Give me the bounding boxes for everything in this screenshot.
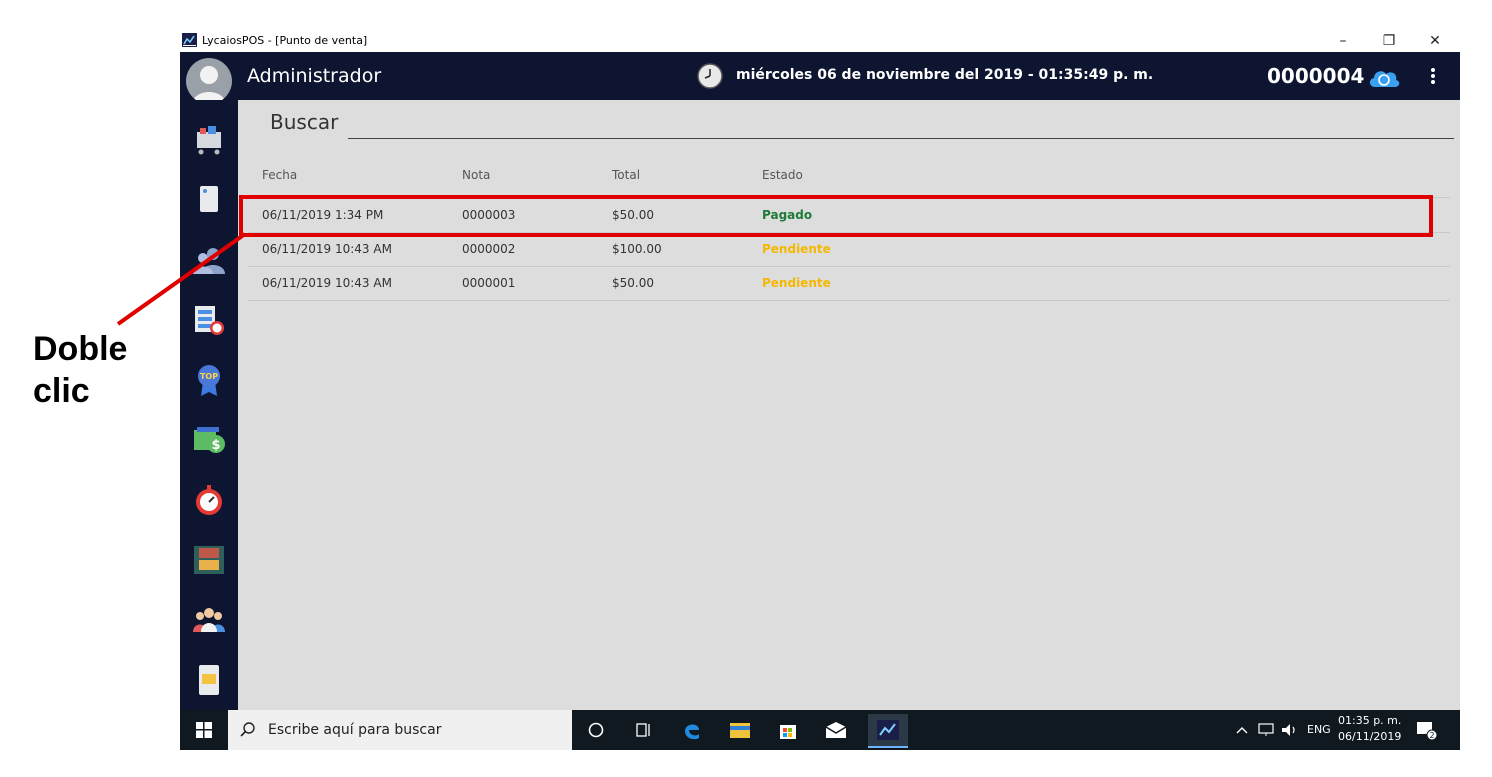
edge-browser-icon[interactable] [672, 714, 712, 746]
notification-count: 2 [1429, 731, 1434, 740]
cloud-sync-icon[interactable] [1367, 65, 1401, 89]
annotation-line2: clic [33, 372, 90, 410]
task-view-icon[interactable] [624, 714, 664, 746]
cell-estado: Pendiente [762, 276, 831, 290]
app-window: LycaiosPOS - [Punto de venta] – ❐ ✕ Admi… [180, 30, 1460, 750]
clock-icon [697, 63, 723, 89]
table-header: Fecha Nota Total Estado [248, 158, 1450, 192]
notifications-icon[interactable]: 2 [1410, 714, 1444, 746]
search-label: Buscar [270, 110, 339, 134]
file-explorer-icon[interactable] [720, 714, 760, 746]
store-icon[interactable] [768, 714, 808, 746]
tray-chevron-icon[interactable] [1230, 714, 1254, 746]
top-badge-icon[interactable]: TOP [191, 362, 227, 398]
tray-clock[interactable]: 01:35 p. m. 06/11/2019 [1338, 713, 1401, 745]
svg-text:TOP: TOP [200, 372, 218, 381]
annotation-label: Doble clic [33, 328, 127, 412]
sidebar: TOP $ [180, 100, 238, 710]
cell-fecha: 06/11/2019 1:34 PM [262, 208, 384, 222]
cell-total: $100.00 [612, 242, 662, 256]
header-total: Total [612, 168, 641, 182]
windows-taskbar: Escribe aquí para buscar ENG 01:35 p. m.… [180, 710, 1460, 750]
input-language[interactable]: ENG [1307, 723, 1331, 736]
network-icon[interactable] [1254, 714, 1278, 746]
taskbar-search-box[interactable]: Escribe aquí para buscar [228, 710, 572, 750]
stopwatch-icon[interactable] [191, 482, 227, 518]
cell-estado: Pagado [762, 208, 813, 222]
team-icon[interactable] [191, 602, 227, 638]
cell-total: $50.00 [612, 276, 654, 290]
cell-nota: 0000003 [462, 208, 516, 222]
cell-nota: 0000002 [462, 242, 516, 256]
tray-date: 06/11/2019 [1338, 730, 1402, 743]
cell-fecha: 06/11/2019 10:43 AM [262, 276, 392, 290]
minimize-button[interactable]: – [1320, 30, 1366, 52]
header-nota: Nota [462, 168, 491, 182]
search-icon [240, 722, 255, 737]
more-menu-icon[interactable] [1426, 64, 1440, 88]
schedule-list-icon[interactable] [191, 302, 227, 338]
windows-start-icon[interactable] [180, 710, 228, 750]
annotation-line1: Doble [33, 330, 128, 368]
app-logo-icon [182, 33, 197, 47]
customers-icon[interactable] [191, 242, 227, 278]
table-row[interactable]: 06/11/2019 10:43 AM 0000001 $50.00 Pendi… [248, 266, 1450, 301]
table-row[interactable]: 06/11/2019 10:43 AM 0000002 $100.00 Pend… [248, 232, 1450, 267]
lycaiospos-taskbar-icon[interactable] [868, 714, 908, 748]
sale-number: 0000004 [1267, 64, 1365, 88]
close-button[interactable]: ✕ [1412, 30, 1458, 52]
taskbar-search-placeholder: Escribe aquí para buscar [268, 722, 442, 738]
cortana-icon[interactable] [576, 714, 616, 746]
cell-estado: Pendiente [762, 242, 831, 256]
user-name: Administrador [247, 65, 382, 87]
top-bar: Administrador miércoles 06 de noviembre … [180, 52, 1460, 104]
table-row[interactable]: 06/11/2019 1:34 PM 0000003 $50.00 Pagado [248, 197, 1450, 233]
window-title: LycaiosPOS - [Punto de venta] [202, 34, 368, 47]
notebook-icon[interactable] [191, 182, 227, 218]
cell-nota: 0000001 [462, 276, 516, 290]
search-input[interactable] [348, 110, 1454, 139]
money-icon[interactable]: $ [191, 422, 227, 458]
warehouse-icon[interactable] [191, 542, 227, 578]
tray-time: 01:35 p. m. [1338, 714, 1402, 727]
sales-search-panel: Buscar Fecha Nota Total Estado 06/11/201… [238, 100, 1460, 710]
header-fecha: Fecha [262, 168, 298, 182]
header-estado: Estado [762, 168, 803, 182]
shopping-cart-icon[interactable] [191, 122, 227, 158]
volume-icon[interactable] [1278, 714, 1302, 746]
avatar[interactable] [186, 58, 232, 104]
cell-total: $50.00 [612, 208, 654, 222]
mobile-report-icon[interactable] [191, 662, 227, 698]
cell-fecha: 06/11/2019 10:43 AM [262, 242, 392, 256]
svg-text:$: $ [211, 438, 220, 453]
mail-icon[interactable] [816, 714, 856, 746]
title-bar: LycaiosPOS - [Punto de venta] – ❐ ✕ [180, 30, 1460, 52]
restore-button[interactable]: ❐ [1366, 30, 1412, 52]
current-datetime: miércoles 06 de noviembre del 2019 - 01:… [736, 67, 1154, 83]
